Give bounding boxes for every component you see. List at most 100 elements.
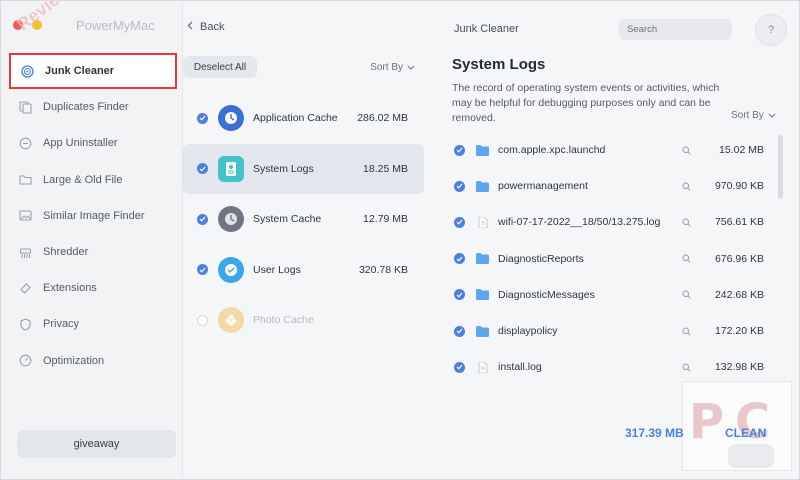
- document-icon: [478, 216, 488, 228]
- category-size: 12.79 MB: [363, 213, 408, 226]
- document-icon: [478, 361, 488, 373]
- application-cache-icon: [218, 105, 244, 132]
- file-row[interactable]: displaypolicy 172.20 KB: [435, 313, 775, 349]
- checkbox[interactable]: [197, 264, 208, 276]
- giveaway-button[interactable]: giveaway: [17, 430, 176, 458]
- category-size: 286.02 MB: [357, 112, 408, 125]
- magnifier-icon[interactable]: [682, 218, 692, 227]
- optimization-icon: [19, 354, 32, 367]
- checkbox[interactable]: [197, 314, 208, 326]
- sidebar-item-similar-image-finder[interactable]: Similar Image Finder: [9, 198, 177, 234]
- category-system-cache[interactable]: System Cache 12.79 MB: [183, 194, 424, 245]
- sidebar-item-large-old-file[interactable]: Large & Old File: [9, 162, 177, 198]
- category-panel: Back Deselect All Sort By Application Ca…: [183, 1, 435, 479]
- image-icon: [19, 209, 32, 222]
- chevron-down-icon: [407, 62, 415, 73]
- section-title: System Logs: [452, 56, 546, 73]
- checkbox[interactable]: [454, 216, 465, 228]
- deselect-all-button[interactable]: Deselect All: [183, 56, 257, 78]
- duplicates-icon: [19, 101, 32, 114]
- sort-by-dropdown[interactable]: Sort By: [370, 62, 415, 73]
- search-input[interactable]: Search: [619, 19, 732, 40]
- file-row[interactable]: com.apple.xpc.launchd 15.02 MB: [435, 132, 775, 168]
- sidebar-item-label: Shredder: [43, 246, 89, 259]
- privacy-icon: [19, 318, 32, 331]
- file-name: com.apple.xpc.launchd: [498, 144, 606, 157]
- photo-cache-icon: [218, 307, 244, 334]
- checkbox[interactable]: [454, 253, 465, 265]
- shredder-icon: [19, 246, 32, 259]
- category-size: 18.25 MB: [363, 162, 408, 175]
- clean-button[interactable]: CLEAN: [725, 426, 766, 440]
- chevron-left-icon: [187, 21, 193, 33]
- sidebar-item-label: Duplicates Finder: [43, 101, 129, 114]
- file-row[interactable]: DiagnosticReports 676.96 KB: [435, 241, 775, 277]
- sidebar-item-label: Large & Old File: [43, 173, 123, 186]
- app-window: PowerMyMac Reviews PC Junk Cleaner Dupli…: [0, 0, 800, 480]
- app-uninstaller-icon: [19, 137, 32, 150]
- file-name: DiagnosticReports: [498, 252, 584, 265]
- checkbox[interactable]: [454, 325, 465, 337]
- sidebar-item-junk-cleaner[interactable]: Junk Cleaner: [9, 53, 177, 90]
- checkbox[interactable]: [454, 289, 465, 301]
- category-application-cache[interactable]: Application Cache 286.02 MB: [183, 93, 424, 144]
- file-name: install.log: [498, 361, 542, 374]
- category-user-logs[interactable]: User Logs 320.78 KB: [183, 245, 424, 296]
- magnifier-icon[interactable]: [682, 146, 692, 155]
- file-size: 756.61 KB: [714, 216, 764, 229]
- file-row[interactable]: wifi-07-17-2022__18/50/13.275.log 756.61…: [435, 204, 775, 240]
- extensions-icon: [19, 282, 32, 295]
- sort-by-dropdown-right[interactable]: Sort By: [731, 110, 776, 121]
- file-row[interactable]: DiagnosticMessages 242.68 KB: [435, 277, 775, 313]
- pc-logo-letter: P: [689, 394, 725, 450]
- scrollbar[interactable]: [778, 135, 783, 199]
- folder-icon: [476, 289, 489, 301]
- sidebar-item-app-uninstaller[interactable]: App Uninstaller: [9, 125, 177, 161]
- file-name: wifi-07-17-2022__18/50/13.275.log: [498, 216, 661, 229]
- file-row[interactable]: powermanagement 970.90 KB: [435, 168, 775, 204]
- checkbox[interactable]: [197, 112, 208, 124]
- checkbox[interactable]: [197, 163, 208, 175]
- header-title: Junk Cleaner: [454, 23, 519, 35]
- file-name: DiagnosticMessages: [498, 288, 595, 301]
- checkbox[interactable]: [454, 144, 465, 156]
- sidebar-item-extensions[interactable]: Extensions: [9, 270, 177, 306]
- sidebar-nav: Junk Cleaner Duplicates Finder App Unins…: [9, 53, 177, 379]
- magnifier-icon[interactable]: [682, 254, 692, 263]
- sidebar-item-label: Privacy: [43, 318, 80, 331]
- category-name: System Logs: [253, 162, 314, 175]
- sidebar-item-shredder[interactable]: Shredder: [9, 234, 177, 270]
- category-photo-cache[interactable]: Photo Cache: [183, 295, 424, 346]
- sidebar-item-label: Optimization: [43, 354, 105, 367]
- checkbox[interactable]: [454, 180, 465, 192]
- folder-icon: [476, 325, 489, 337]
- magnifier-icon[interactable]: [682, 363, 692, 372]
- clean-button-shadow: [728, 444, 774, 468]
- category-name: System Cache: [253, 213, 322, 226]
- pc-logo-letter: C: [735, 394, 771, 450]
- sidebar-item-label: App Uninstaller: [43, 137, 118, 150]
- details-panel: Junk Cleaner Search ? System Logs The re…: [435, 1, 799, 479]
- sidebar-item-label: Similar Image Finder: [43, 209, 145, 222]
- search-placeholder: Search: [627, 24, 658, 35]
- sidebar-item-optimization[interactable]: Optimization: [9, 343, 177, 379]
- checkbox[interactable]: [197, 213, 208, 225]
- checkbox[interactable]: [454, 361, 465, 373]
- file-list: com.apple.xpc.launchd 15.02 MB powermana…: [435, 132, 775, 385]
- category-system-logs[interactable]: System Logs 18.25 MB: [183, 143, 424, 194]
- sort-by-label: Sort By: [731, 110, 764, 121]
- file-row[interactable]: install.log 132.98 KB: [435, 349, 775, 385]
- file-name: displaypolicy: [498, 325, 558, 338]
- magnifier-icon[interactable]: [682, 290, 692, 299]
- sidebar-item-duplicates-finder[interactable]: Duplicates Finder: [9, 89, 177, 125]
- app-title: PowerMyMac: [76, 18, 155, 33]
- category-name: Photo Cache: [253, 314, 314, 327]
- system-logs-icon: [218, 155, 244, 182]
- back-button[interactable]: Back: [187, 21, 224, 33]
- magnifier-icon[interactable]: [682, 327, 692, 336]
- sidebar-item-privacy[interactable]: Privacy: [9, 306, 177, 342]
- file-size: 242.68 KB: [714, 288, 764, 301]
- file-size: 15.02 MB: [719, 144, 764, 157]
- magnifier-icon[interactable]: [682, 182, 692, 191]
- help-button[interactable]: ?: [755, 14, 787, 46]
